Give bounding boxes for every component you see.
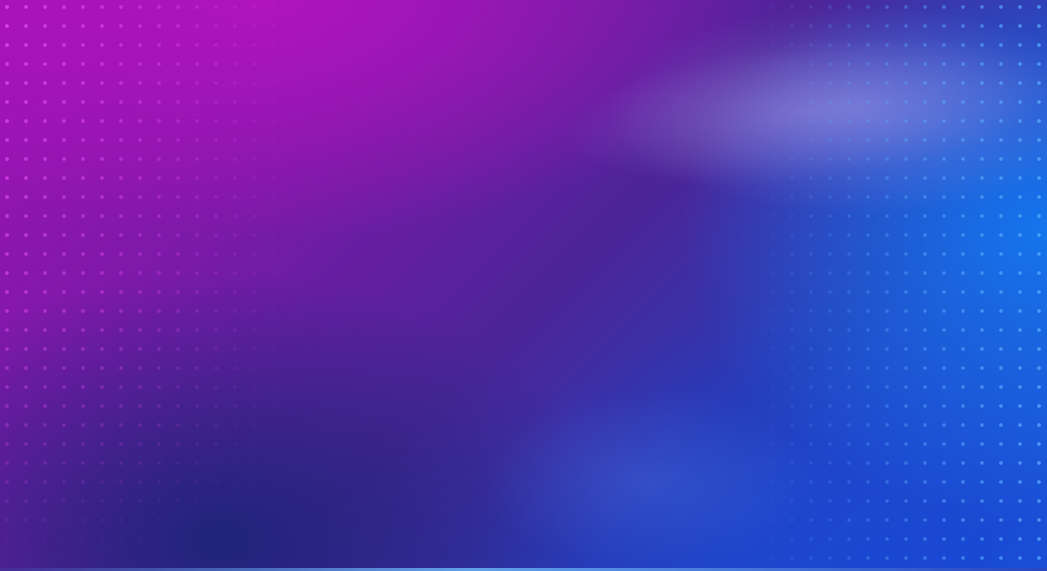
dot-pattern-left: [0, 0, 300, 571]
dot-pattern-right: [747, 0, 1047, 571]
gradient-background: [0, 0, 1047, 571]
